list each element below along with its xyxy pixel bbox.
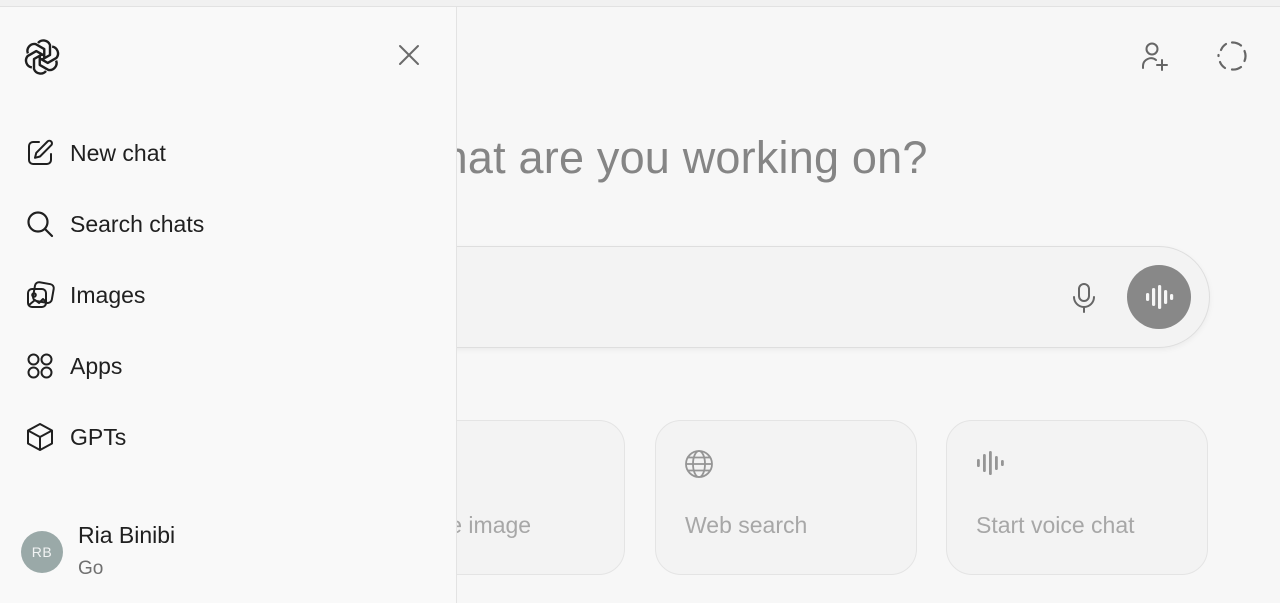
start-voice-chat-card[interactable]: Start voice chat (946, 420, 1208, 575)
cube-icon (18, 411, 64, 463)
microphone-icon (1073, 283, 1095, 313)
user-profile-button[interactable]: RB Ria Binibi Go (18, 512, 438, 582)
web-search-card[interactable]: Web search (655, 420, 917, 575)
card-label: Start voice chat (976, 512, 1135, 538)
home-logo-link[interactable] (22, 37, 62, 77)
sidebar-item-label: Images (70, 281, 146, 308)
sidebar-item-gpts[interactable]: GPTs (18, 411, 438, 463)
sidebar-item-label: New chat (70, 139, 166, 166)
browser-top-edge (0, 0, 1280, 7)
sidebar-item-images[interactable]: Images (18, 269, 438, 321)
close-icon (399, 45, 419, 65)
search-icon (18, 198, 64, 250)
openai-logo-icon (24, 39, 60, 75)
voice-waveform-icon (975, 449, 1005, 482)
hero-heading: What are you working on? (400, 132, 928, 183)
avatar: RB (21, 531, 63, 573)
voice-waveform-icon (1146, 285, 1174, 309)
globe-icon (684, 449, 714, 484)
add-people-button[interactable] (1136, 38, 1172, 74)
voice-mode-button[interactable] (1127, 265, 1191, 329)
apps-grid-icon (18, 340, 64, 392)
person-plus-icon (1142, 42, 1168, 71)
sidebar: New chat Search chats Images Apps GPTs R… (0, 7, 457, 603)
user-name: Ria Binibi (78, 522, 176, 548)
dictate-button[interactable] (1063, 277, 1105, 319)
sidebar-item-label: Search chats (70, 210, 205, 237)
close-sidebar-button[interactable] (393, 39, 425, 71)
temporary-chat-button[interactable] (1214, 38, 1250, 74)
sidebar-item-label: Apps (70, 352, 123, 379)
sidebar-item-apps[interactable]: Apps (18, 340, 438, 392)
user-plan: Go (78, 558, 104, 579)
card-label: Web search (685, 512, 808, 538)
sidebar-item-new-chat[interactable]: New chat (18, 127, 438, 179)
dashed-circle-icon (1217, 41, 1247, 71)
sidebar-item-search-chats[interactable]: Search chats (18, 198, 438, 250)
images-icon (18, 269, 64, 321)
sidebar-item-label: GPTs (70, 423, 127, 450)
edit-icon (18, 127, 64, 179)
